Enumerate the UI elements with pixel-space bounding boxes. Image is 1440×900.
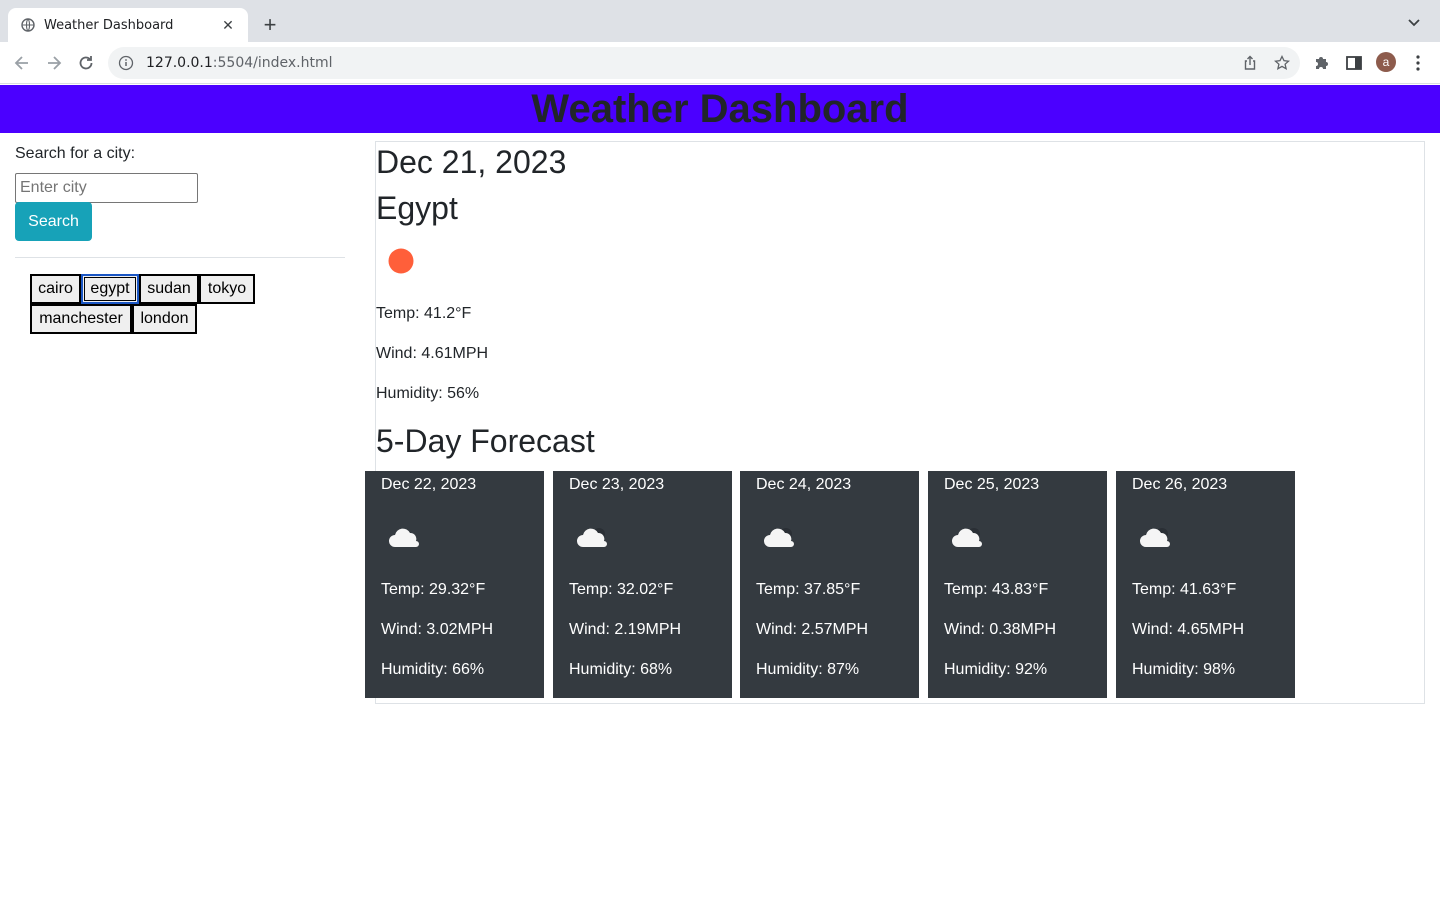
forecast-humidity: Humidity: 66%	[381, 661, 485, 678]
current-wind: Wind: 4.61MPH	[376, 345, 489, 362]
reload-icon[interactable]	[74, 51, 98, 75]
tab-title: Weather Dashboard	[44, 17, 174, 33]
forecast-wind: Wind: 3.02MPH	[381, 621, 494, 638]
forecast-wind: Wind: 0.38MPH	[944, 621, 1057, 638]
forecast-date: Dec 23, 2023	[569, 476, 665, 493]
extensions-puzzle-icon[interactable]	[1312, 53, 1332, 73]
globe-icon	[20, 17, 36, 33]
forecast-temp: Temp: 37.85°F	[756, 581, 861, 598]
forecast-card: Dec 24, 2023 Temp: 37.85°F Wind: 2.57MPH…	[740, 471, 919, 698]
history-button-sudan[interactable]: sudan	[139, 274, 199, 304]
forecast-card: Dec 25, 2023 Temp: 43.83°F Wind: 0.38MPH…	[928, 471, 1107, 698]
forecast-date: Dec 25, 2023	[944, 476, 1040, 493]
forecast-humidity: Humidity: 87%	[756, 661, 860, 678]
sidebar-divider	[15, 257, 345, 258]
history-button-tokyo[interactable]: tokyo	[199, 274, 255, 304]
bookmark-star-icon[interactable]	[1273, 54, 1291, 71]
forecast-temp: Temp: 29.32°F	[381, 581, 486, 598]
forecast-humidity: Humidity: 92%	[944, 661, 1048, 678]
cloud-icon	[1138, 523, 1174, 553]
forecast-date: Dec 24, 2023	[756, 476, 852, 493]
forecast-temp: Temp: 43.83°F	[944, 581, 1049, 598]
browser-tab[interactable]: Weather Dashboard ✕	[8, 8, 248, 42]
search-button[interactable]: Search	[15, 202, 92, 241]
current-temp: Temp: 41.2°F	[376, 305, 472, 322]
page-header: Weather Dashboard	[0, 85, 1440, 133]
new-tab-icon[interactable]: +	[258, 12, 282, 37]
side-panel-icon[interactable]	[1344, 53, 1364, 73]
menu-kebab-icon[interactable]	[1408, 53, 1428, 73]
search-label: Search for a city:	[15, 145, 136, 162]
current-date: Dec 21, 2023	[376, 144, 567, 180]
forecast-humidity: Humidity: 68%	[569, 661, 673, 678]
browser-toolbar: 127.0.0.1:5504/index.html	[0, 42, 1440, 84]
forecast-temp: Temp: 41.63°F	[1132, 581, 1237, 598]
history-button-cairo[interactable]: cairo	[30, 274, 81, 304]
history-button-london[interactable]: london	[132, 304, 197, 334]
back-icon[interactable]	[10, 51, 34, 75]
cloud-icon	[762, 523, 798, 553]
url-path: :5504/index.html	[212, 55, 333, 71]
tab-search-chevron-icon[interactable]	[1406, 14, 1422, 30]
share-icon[interactable]	[1242, 55, 1258, 71]
close-tab-icon[interactable]: ✕	[220, 17, 236, 33]
forecast-wind: Wind: 4.65MPH	[1132, 621, 1245, 638]
forecast-date: Dec 22, 2023	[381, 476, 477, 493]
url-host: 127.0.0.1	[146, 55, 213, 71]
current-city: Egypt	[376, 190, 458, 226]
forecast-card: Dec 26, 2023 Temp: 41.63°F Wind: 4.65MPH…	[1116, 471, 1295, 698]
city-search-input[interactable]	[15, 173, 198, 203]
sun-icon	[386, 246, 416, 276]
cloud-icon	[950, 523, 986, 553]
forecast-humidity: Humidity: 98%	[1132, 661, 1236, 678]
profile-avatar[interactable]: a	[1376, 52, 1396, 72]
history-button-egypt[interactable]: egypt	[81, 274, 139, 304]
forecast-date: Dec 26, 2023	[1132, 476, 1228, 493]
page-title: Weather Dashboard	[531, 87, 909, 131]
forecast-card: Dec 22, 2023 Temp: 29.32°F Wind: 3.02MPH…	[365, 471, 544, 698]
url-text: 127.0.0.1:5504/index.html	[146, 55, 333, 71]
forecast-card: Dec 23, 2023 Temp: 32.02°F Wind: 2.19MPH…	[553, 471, 732, 698]
info-icon[interactable]	[118, 55, 134, 71]
forecast-wind: Wind: 2.19MPH	[569, 621, 682, 638]
cloud-icon	[387, 523, 423, 553]
browser-tabbar: Weather Dashboard ✕ +	[0, 0, 1440, 42]
forecast-title: 5-Day Forecast	[376, 423, 595, 459]
forecast-wind: Wind: 2.57MPH	[756, 621, 869, 638]
history-button-manchester[interactable]: manchester	[30, 304, 132, 334]
forecast-temp: Temp: 32.02°F	[569, 581, 674, 598]
cloud-icon	[575, 523, 611, 553]
address-bar[interactable]: 127.0.0.1:5504/index.html	[108, 47, 1300, 79]
forward-icon[interactable]	[42, 51, 66, 75]
current-humidity: Humidity: 56%	[376, 385, 480, 402]
